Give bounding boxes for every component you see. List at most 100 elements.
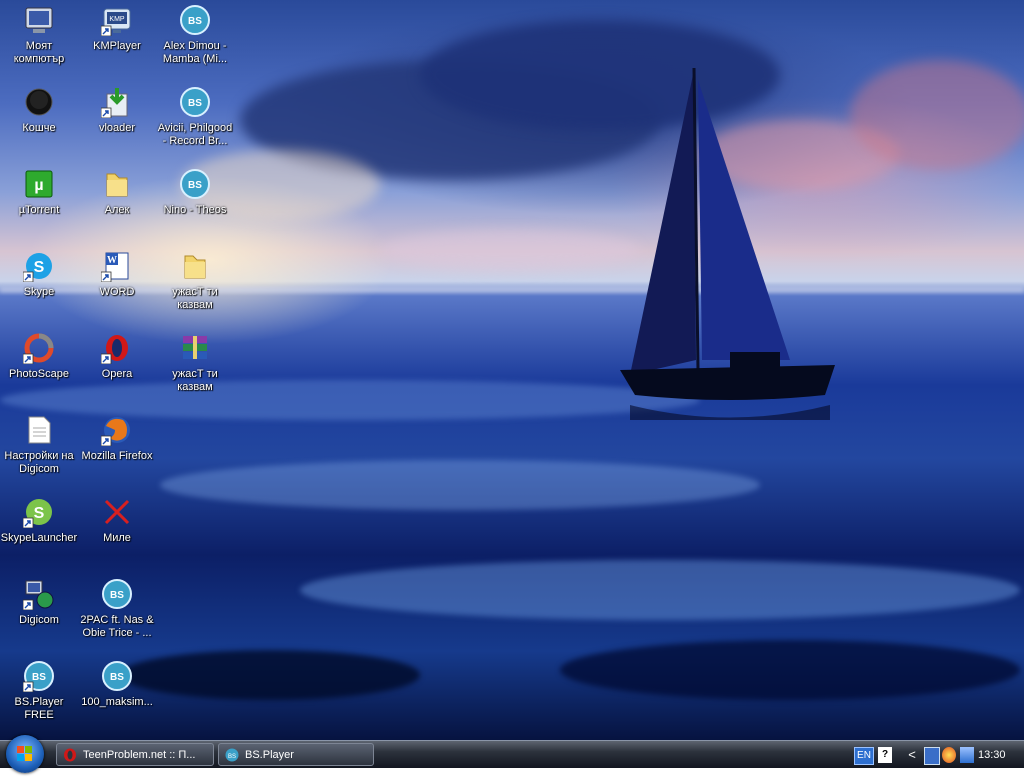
winrar-archive-icon <box>183 336 207 359</box>
desktop-icon-label: 100_maksim... <box>81 696 153 708</box>
text-document-icon <box>28 416 51 444</box>
desktop-icon-label: vloader <box>98 122 136 134</box>
desktop-icon[interactable]: Алек <box>78 166 156 242</box>
start-button[interactable] <box>6 735 44 773</box>
bsplayer-media-icon: BS <box>180 87 210 117</box>
desktop-icon[interactable]: Mozilla Firefox <box>78 412 156 488</box>
desktop-icon-label: Digicom <box>19 614 59 626</box>
photoscape-icon <box>23 333 54 364</box>
clock[interactable]: 13:30 <box>978 741 1006 769</box>
folder-icon <box>106 173 128 197</box>
taskbar-button-label: BS.Player <box>245 749 294 761</box>
svg-text:µ: µ <box>34 177 43 194</box>
desktop-icon[interactable]: Кошче <box>0 84 78 160</box>
network-tray-icon[interactable] <box>960 747 974 763</box>
desktop-icon[interactable]: BS 2PAC ft. Nas & Obie Trice - ... <box>78 576 156 652</box>
svg-text:BS: BS <box>188 180 202 191</box>
vloader-icon <box>101 88 128 118</box>
desktop-icon[interactable]: Моят компютър <box>0 2 78 78</box>
svg-text:BS: BS <box>110 590 124 601</box>
svg-text:W: W <box>107 255 117 266</box>
opera-icon <box>101 335 128 364</box>
desktop-icon-label: BS.Player FREE <box>14 696 64 721</box>
folder-icon <box>184 255 206 279</box>
word-icon: W <box>101 252 129 282</box>
desktop-icon[interactable]: BS Alex Dimou - Mamba (Mi... <box>156 2 234 78</box>
bsplayer-media-icon: BS <box>102 579 132 609</box>
desktop-icon[interactable]: KMP KMPlayer <box>78 2 156 78</box>
desktop-icon-label: Миле <box>103 532 131 544</box>
desktop-icon-label: WORD <box>99 286 135 298</box>
desktop-icon-label: Mozilla Firefox <box>81 450 153 462</box>
desktop-icon-label: Avicii, Philgood - Record Br... <box>157 122 233 147</box>
desktop-icon-label: ужасТ ти казвам <box>172 368 218 393</box>
windows-logo-icon <box>17 746 32 761</box>
utorrent-icon: µ <box>25 170 53 198</box>
desktop-icon[interactable]: Digicom <box>0 576 78 652</box>
taskbar-button-opera[interactable]: TeenProblem.net :: П... <box>56 743 214 766</box>
desktop-icon-label: Алек <box>104 204 130 216</box>
desktop-icon[interactable]: vloader <box>78 84 156 160</box>
taskbar-button-bsplayer[interactable]: BS BS.Player <box>218 743 374 766</box>
desktop-icon[interactable]: Настройки на Digicom <box>0 412 78 488</box>
kmplayer-icon: KMP <box>101 8 131 36</box>
desktop-icon[interactable]: µ µTorrent <box>0 166 78 242</box>
desktop-icon-label: Кошче <box>22 122 56 134</box>
desktop-icon-label: Nino - Theos <box>163 204 227 216</box>
wallpaper-cloud <box>850 60 1024 170</box>
desktop-icon-label: Моят компютър <box>13 40 65 65</box>
desktop-icon[interactable]: Opera <box>78 330 156 406</box>
skype-launcher-icon: S <box>23 499 52 528</box>
desktop-icon-label: Настройки на Digicom <box>4 450 74 475</box>
desktop-icon[interactable]: Миле <box>78 494 156 570</box>
tray-app-icon[interactable] <box>924 747 940 765</box>
wallpaper-wave <box>560 640 1020 700</box>
bsplayer-media-icon: BS <box>180 5 210 35</box>
desktop-icon-label: 2PAC ft. Nas & Obie Trice - ... <box>80 614 154 639</box>
opera-icon <box>64 748 76 762</box>
desktop-icon-label: Opera <box>101 368 133 380</box>
desktop-icon-label: Alex Dimou - Mamba (Mi... <box>162 40 228 65</box>
wallpaper-wave <box>160 460 760 510</box>
desktop-icon[interactable]: ужасТ ти казвам <box>156 330 234 406</box>
wallpaper-cloud <box>380 230 640 270</box>
svg-text:BS: BS <box>32 672 46 683</box>
desktop-icon[interactable]: W WORD <box>78 248 156 324</box>
svg-text:S: S <box>34 505 45 522</box>
desktop-icon[interactable]: S SkypeLauncher <box>0 494 78 570</box>
desktop-icon[interactable]: PhotoScape <box>0 330 78 406</box>
desktop-icon[interactable]: BS Nino - Theos <box>156 166 234 242</box>
wallpaper-wave <box>120 650 420 700</box>
svg-text:BS: BS <box>110 672 124 683</box>
bsplayer-media-icon: BS <box>102 661 132 691</box>
taskbar: TeenProblem.net :: П... BS BS.Player EN … <box>0 735 1024 773</box>
desktop-icon[interactable]: BS BS.Player FREE <box>0 658 78 734</box>
taskbar-button-label: TeenProblem.net :: П... <box>83 749 196 761</box>
desktop-icon-label: ужасТ ти казвам <box>172 286 218 311</box>
tray-security-icon[interactable] <box>942 747 956 763</box>
desktop-icon-label: Skype <box>23 286 55 298</box>
desktop-icon[interactable]: ужасТ ти казвам <box>156 248 234 324</box>
desktop-icon-label: µTorrent <box>18 204 60 216</box>
language-indicator[interactable]: EN <box>854 747 874 765</box>
svg-text:BS: BS <box>228 754 236 760</box>
chevron-left-icon[interactable]: < <box>906 747 918 763</box>
desktop-icon[interactable]: BS Avicii, Philgood - Record Br... <box>156 84 234 160</box>
svg-text:KMP: KMP <box>109 16 125 23</box>
network-connection-icon <box>23 580 54 610</box>
desktop-icon[interactable]: S Skype <box>0 248 78 324</box>
svg-text:BS: BS <box>188 16 202 27</box>
sailboat-silhouette <box>620 67 835 420</box>
svg-text:S: S <box>34 259 45 276</box>
help-icon[interactable]: ? <box>878 747 892 763</box>
bsplayer-media-icon: BS <box>180 169 210 199</box>
svg-text:BS: BS <box>188 98 202 109</box>
my-computer-icon <box>25 7 53 33</box>
firefox-icon <box>101 417 130 446</box>
recycle-bin-icon <box>25 88 53 116</box>
desktop-icon-label: PhotoScape <box>9 368 69 380</box>
red-x-icon <box>104 499 130 525</box>
bsplayer-icon: BS <box>23 661 54 692</box>
desktop-icon[interactable]: BS 100_maksim... <box>78 658 156 734</box>
desktop-icon-label: KMPlayer <box>93 40 141 52</box>
